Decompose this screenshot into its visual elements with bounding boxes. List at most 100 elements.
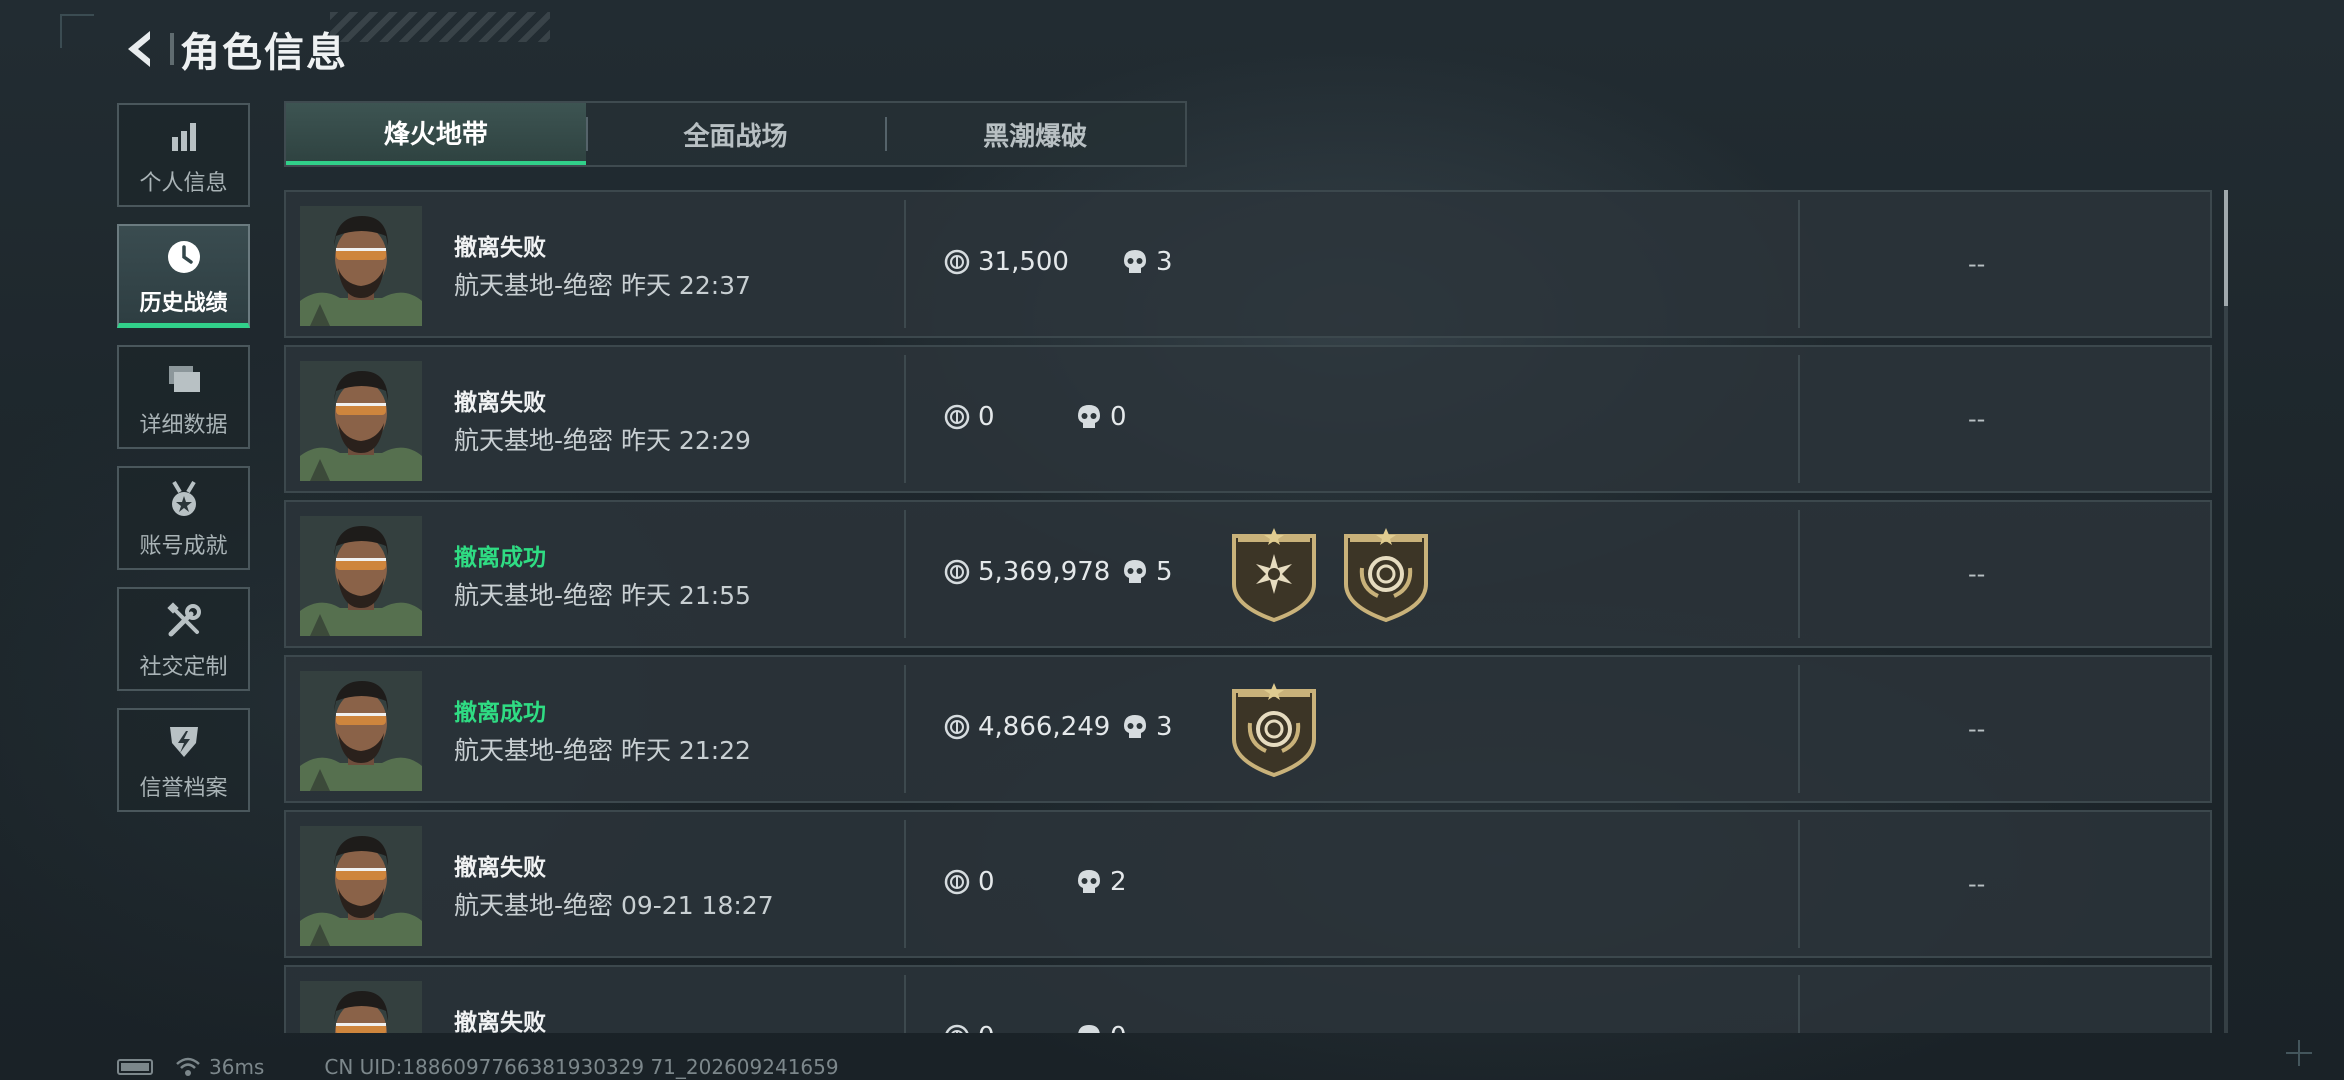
bar-chart-icon	[166, 113, 202, 161]
extracted-value-number: 0	[978, 867, 995, 897]
extraction-outcome: 撤离失败	[454, 390, 546, 416]
match-record-row[interactable]: 撤离失败 航天基地-绝密 昨天 22:29 0 0 --	[284, 345, 2212, 493]
extraction-outcome: 撤离成功	[454, 700, 546, 726]
extracted-value: 0	[944, 867, 995, 897]
kill-count: 0	[1076, 1022, 1127, 1033]
skull-icon	[1122, 558, 1148, 586]
row-divider	[904, 665, 906, 793]
currency-coin-icon	[944, 249, 970, 275]
kill-count-number: 3	[1156, 247, 1173, 277]
medal-badges	[1228, 528, 1452, 624]
map-and-time: 航天基地-绝密 昨天 22:29	[454, 426, 751, 455]
currency-coin-icon	[944, 714, 970, 740]
shield-bolt-icon	[166, 718, 202, 766]
kill-count-number: 5	[1156, 557, 1173, 587]
operator-avatar	[300, 671, 422, 791]
operator-avatar	[300, 361, 422, 481]
row-divider	[1798, 200, 1800, 328]
sidebar-item-credit-record[interactable]: 信誉档案	[117, 708, 250, 812]
match-record-row[interactable]: 撤离成功 航天基地-绝密 昨天 21:22 4,866,249 3 --	[284, 655, 2212, 803]
corner-plus-decoration	[2286, 1040, 2312, 1066]
currency-coin-icon	[944, 559, 970, 585]
tab-black-tide[interactable]: 黑潮爆破	[885, 103, 1185, 165]
skull-icon	[1076, 868, 1102, 896]
row-divider	[904, 200, 906, 328]
kill-count: 2	[1076, 867, 1127, 897]
row-divider	[904, 355, 906, 483]
tab-full-battlefield[interactable]: 全面战场	[585, 103, 886, 165]
match-record-row[interactable]: 撤离失败 航天基地-绝密 昨天 22:37 31,500 3 --	[284, 190, 2212, 338]
extracted-value-number: 0	[978, 1022, 995, 1033]
skull-icon	[1122, 713, 1148, 741]
row-divider	[904, 975, 906, 1033]
sidebar-item-label: 历史战绩	[139, 290, 228, 316]
row-divider	[904, 510, 906, 638]
row-divider	[1798, 975, 1800, 1033]
kill-count: 5	[1122, 557, 1173, 587]
currency-coin-icon	[944, 404, 970, 430]
sidebar-item-label: 社交定制	[139, 655, 228, 680]
battery-icon	[117, 1059, 153, 1075]
operator-avatar	[300, 826, 422, 946]
coin-laurel-badge-icon[interactable]	[1228, 683, 1320, 779]
kill-count: 3	[1122, 247, 1173, 277]
map-and-time: 航天基地-绝密 昨天 21:55	[454, 581, 751, 610]
extracted-value: 0	[944, 402, 995, 432]
extraction-outcome: 撤离失败	[454, 1010, 546, 1033]
sidebar-nav: 个人信息 历史战绩 详细数据 账号成就 社交定制 信誉档案	[117, 103, 254, 829]
extracted-value: 4,866,249	[944, 712, 1110, 742]
sidebar-item-detailed-data[interactable]: 详细数据	[117, 345, 250, 449]
extraction-outcome: 撤离失败	[454, 855, 546, 881]
kill-count-number: 0	[1110, 402, 1127, 432]
extracted-value-number: 5,369,978	[978, 557, 1111, 587]
medal-badges	[1228, 683, 1340, 779]
sidebar-item-label: 详细数据	[139, 413, 228, 438]
extracted-value-number: 4,866,249	[978, 712, 1111, 742]
extracted-value: 5,369,978	[944, 557, 1110, 587]
coin-laurel-badge-icon[interactable]	[1340, 528, 1432, 624]
match-record-row[interactable]: 撤离成功 航天基地-绝密 昨天 21:55 5,369,978 5 --	[284, 500, 2212, 648]
match-record-row[interactable]: 撤离失败 0 0	[284, 965, 2212, 1033]
match-record-row[interactable]: 撤离失败 航天基地-绝密 09-21 18:27 0 2 --	[284, 810, 2212, 958]
kill-count-number: 2	[1110, 867, 1127, 897]
back-arrow-icon[interactable]	[118, 26, 160, 72]
scrollbar-thumb[interactable]	[2224, 190, 2228, 306]
sidebar-item-label: 账号成就	[139, 534, 228, 559]
extra-stat-placeholder: --	[1968, 250, 1986, 278]
page-header: 角色信息	[118, 20, 348, 78]
currency-coin-icon	[944, 869, 970, 895]
status-footer: 36ms CN UID:1886097766381930329 71_20260…	[117, 1055, 839, 1079]
extracted-value: 0	[944, 1022, 995, 1033]
sidebar-item-achievements[interactable]: 账号成就	[117, 466, 250, 570]
map-and-time: 航天基地-绝密 09-21 18:27	[454, 891, 774, 920]
operator-avatar	[300, 981, 422, 1033]
extracted-value: 31,500	[944, 247, 1069, 277]
skull-icon	[1076, 1023, 1102, 1033]
operator-avatar	[300, 206, 422, 326]
map-and-time: 航天基地-绝密 昨天 21:22	[454, 736, 751, 765]
corner-bracket-decoration	[60, 14, 94, 48]
row-divider	[1798, 510, 1800, 638]
currency-coin-icon	[944, 1024, 970, 1033]
clock-icon	[165, 233, 203, 281]
folders-icon	[165, 355, 203, 403]
skull-icon	[1122, 248, 1148, 276]
extraction-outcome: 撤离失败	[454, 235, 546, 261]
sidebar-item-match-history[interactable]: 历史战绩	[117, 224, 250, 328]
skull-icon	[1076, 403, 1102, 431]
match-history-list[interactable]: 撤离失败 航天基地-绝密 昨天 22:37 31,500 3 -- 撤离失败 航…	[284, 190, 2212, 1033]
tab-warzone[interactable]: 烽火地带	[286, 103, 586, 165]
medal-icon	[166, 476, 202, 524]
wrench-screwdriver-icon	[165, 597, 203, 645]
title-tick-decoration	[170, 33, 174, 65]
sidebar-item-personal-info[interactable]: 个人信息	[117, 103, 250, 207]
extracted-value-number: 31,500	[978, 247, 1069, 277]
star-burst-badge-icon[interactable]	[1228, 528, 1320, 624]
sidebar-item-social-custom[interactable]: 社交定制	[117, 587, 250, 691]
extracted-value-number: 0	[978, 402, 995, 432]
list-scrollbar[interactable]	[2224, 190, 2228, 1033]
sidebar-item-label: 个人信息	[139, 171, 228, 196]
map-and-time: 航天基地-绝密 昨天 22:37	[454, 271, 751, 300]
sidebar-item-label: 信誉档案	[139, 776, 228, 801]
page-title: 角色信息	[180, 30, 348, 76]
